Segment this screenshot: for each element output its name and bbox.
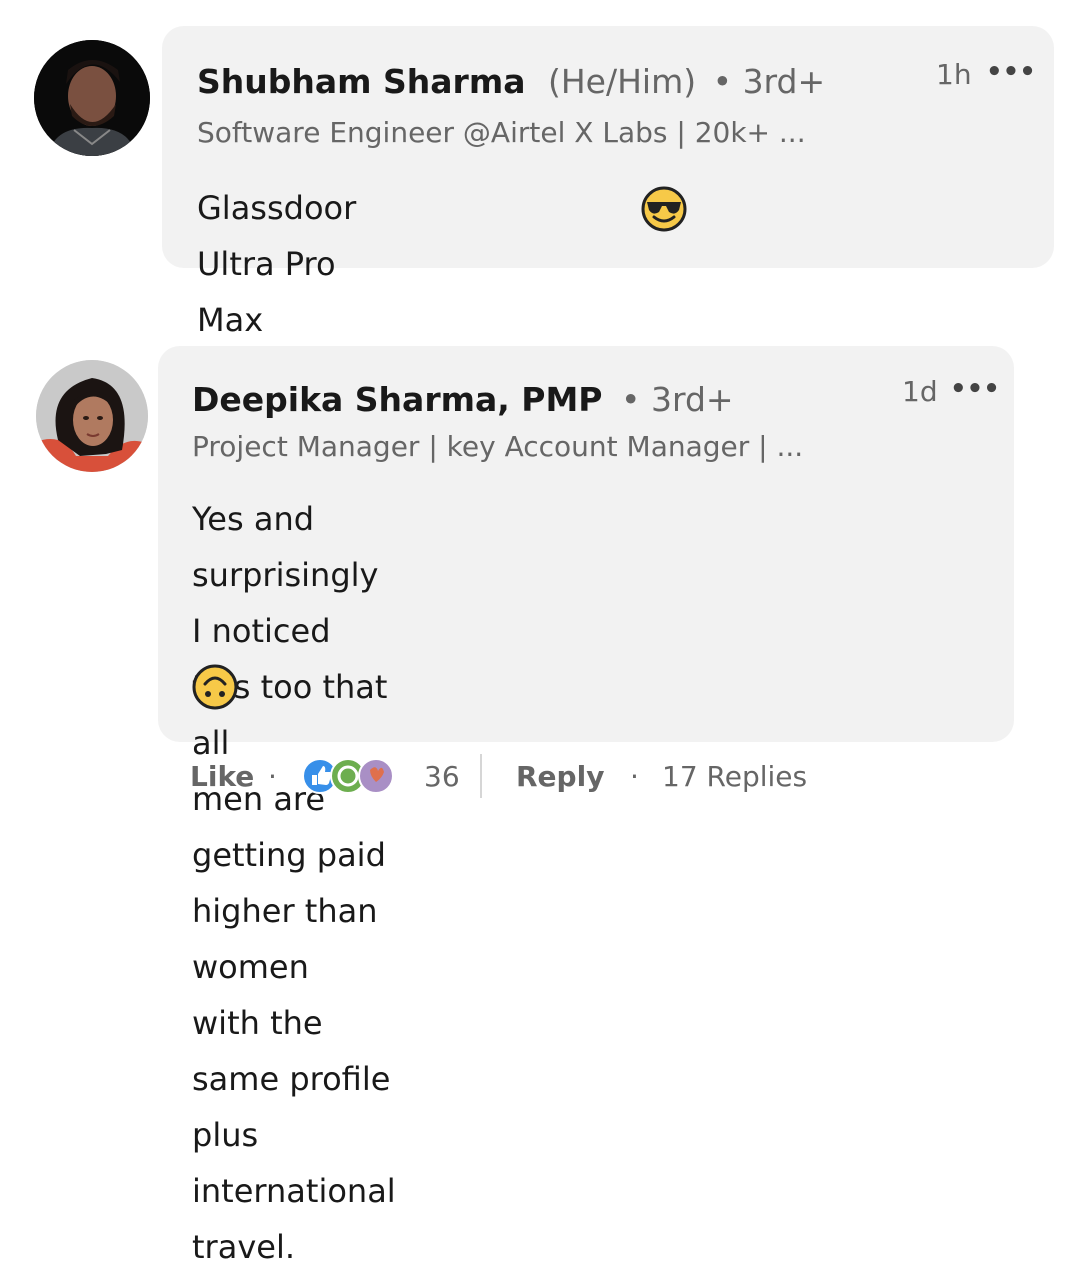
comment-time: 1d	[902, 375, 938, 408]
replies-link[interactable]: 17 Replies	[662, 760, 807, 793]
comment-text-line: men are getting paid higher than women	[192, 780, 386, 986]
pronouns: (He/Him)	[547, 62, 697, 101]
comment-text-line: Yes and surprisingly I noticed this too …	[192, 500, 388, 762]
author-name[interactable]: Deepika Sharma, PMP	[192, 380, 603, 419]
person-photo-icon	[36, 360, 148, 472]
author-line: Deepika Sharma, PMP • 3rd+	[192, 380, 734, 419]
connection-degree: • 3rd+	[712, 62, 826, 101]
reply-button[interactable]: Reply	[516, 760, 604, 793]
separator-dot: ·	[630, 760, 639, 793]
comment-actions: Like · 36 Reply · 17 Replies	[190, 752, 890, 802]
comment-text: Glassdoor Ultra Pro Max	[197, 189, 357, 339]
author-headline: Project Manager | key Account Manager | …	[192, 430, 804, 463]
avatar-shubham[interactable]	[34, 40, 150, 156]
person-photo-icon	[34, 40, 150, 156]
author-line: Shubham Sharma (He/Him) • 3rd+	[197, 62, 825, 101]
avatar-deepika[interactable]	[36, 360, 148, 472]
reactions-icons[interactable]	[302, 756, 406, 803]
smiling-face-with-sunglasses-icon	[641, 186, 687, 236]
like-button[interactable]: Like	[190, 760, 254, 793]
comment-time: 1h	[936, 58, 972, 91]
author-headline: Software Engineer @Airtel X Labs | 20k+ …	[197, 116, 806, 149]
separator-dot: ·	[268, 760, 277, 793]
reaction-count[interactable]: 36	[424, 760, 460, 793]
author-name[interactable]: Shubham Sharma	[197, 62, 525, 101]
comment-text-line: with the same profile plus international…	[192, 1004, 396, 1266]
comment-text: Yes and surprisingly I noticed this too …	[192, 491, 396, 1275]
connection-degree: • 3rd+	[621, 380, 734, 419]
more-options-icon[interactable]: •••	[950, 374, 1000, 404]
upside-down-face-icon	[192, 664, 238, 714]
divider	[480, 754, 482, 798]
more-options-icon[interactable]: •••	[986, 57, 1036, 87]
